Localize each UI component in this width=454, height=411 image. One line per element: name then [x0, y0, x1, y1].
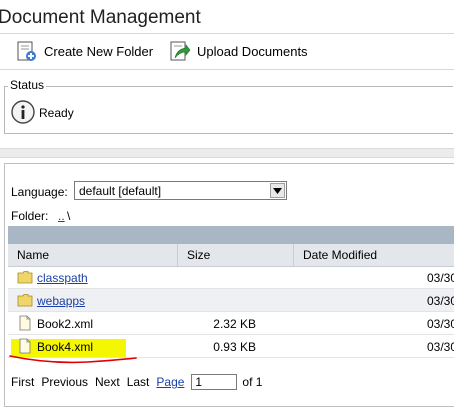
folder-name-link[interactable]: classpath	[37, 271, 88, 285]
next-page-button[interactable]: Next	[95, 375, 120, 389]
folder-name-link[interactable]: webapps	[37, 294, 85, 308]
file-size: 2.32 KB	[213, 317, 256, 331]
pager: First Previous Next Last Page of 1	[11, 372, 269, 392]
info-icon	[11, 100, 35, 124]
new-folder-icon	[17, 41, 36, 61]
table-row[interactable]: webapps 03/30	[8, 289, 454, 312]
create-new-folder-label: Create New Folder	[44, 43, 154, 59]
parent-folder-link[interactable]: ..	[58, 209, 65, 223]
table-row[interactable]: classpath 03/30	[8, 266, 454, 289]
toolbar: Create New Folder Upload Documents	[0, 34, 454, 68]
status-legend: Status	[8, 78, 47, 92]
folder-icon	[17, 271, 33, 284]
page-count: of 1	[242, 375, 263, 389]
page-number-input[interactable]	[191, 374, 238, 390]
toolbar-divider	[0, 69, 454, 70]
upload-documents-button[interactable]: Upload Documents	[167, 38, 308, 64]
table-row[interactable]: Book2.xml 2.32 KB 03/30	[8, 312, 454, 335]
column-header-size[interactable]: Size	[178, 244, 294, 266]
previous-page-button[interactable]: Previous	[41, 375, 88, 389]
language-label: Language:	[11, 185, 68, 199]
status-text: Ready	[39, 106, 74, 120]
last-page-button[interactable]: Last	[127, 375, 150, 389]
first-page-button[interactable]: First	[11, 375, 34, 389]
date-modified: 03/30	[427, 294, 454, 308]
table-header: Name Size Date Modified	[8, 244, 454, 267]
section-separator	[0, 148, 454, 158]
column-header-date-modified[interactable]: Date Modified	[294, 244, 454, 266]
folder-label: Folder:	[11, 209, 49, 223]
page-link[interactable]: Page	[156, 375, 184, 389]
create-new-folder-button[interactable]: Create New Folder	[14, 38, 153, 64]
date-modified: 03/30	[427, 317, 454, 331]
table-title-bar	[8, 226, 454, 244]
date-modified: 03/30	[427, 271, 454, 285]
upload-icon	[170, 41, 191, 61]
file-icon	[19, 315, 31, 331]
folder-path-separator: \	[67, 209, 71, 223]
annotation-underline	[9, 355, 137, 364]
date-modified: 03/30	[427, 340, 454, 354]
column-header-name[interactable]: Name	[8, 244, 178, 266]
language-selected-value: default [default]	[79, 183, 162, 198]
file-size: 0.93 KB	[213, 340, 256, 354]
folder-icon	[17, 294, 33, 307]
upload-documents-label: Upload Documents	[197, 43, 308, 59]
page-title: Document Management	[0, 7, 201, 28]
file-name[interactable]: Book2.xml	[37, 317, 93, 331]
language-select[interactable]: default [default]	[74, 181, 287, 200]
chevron-down-icon[interactable]	[270, 183, 285, 198]
